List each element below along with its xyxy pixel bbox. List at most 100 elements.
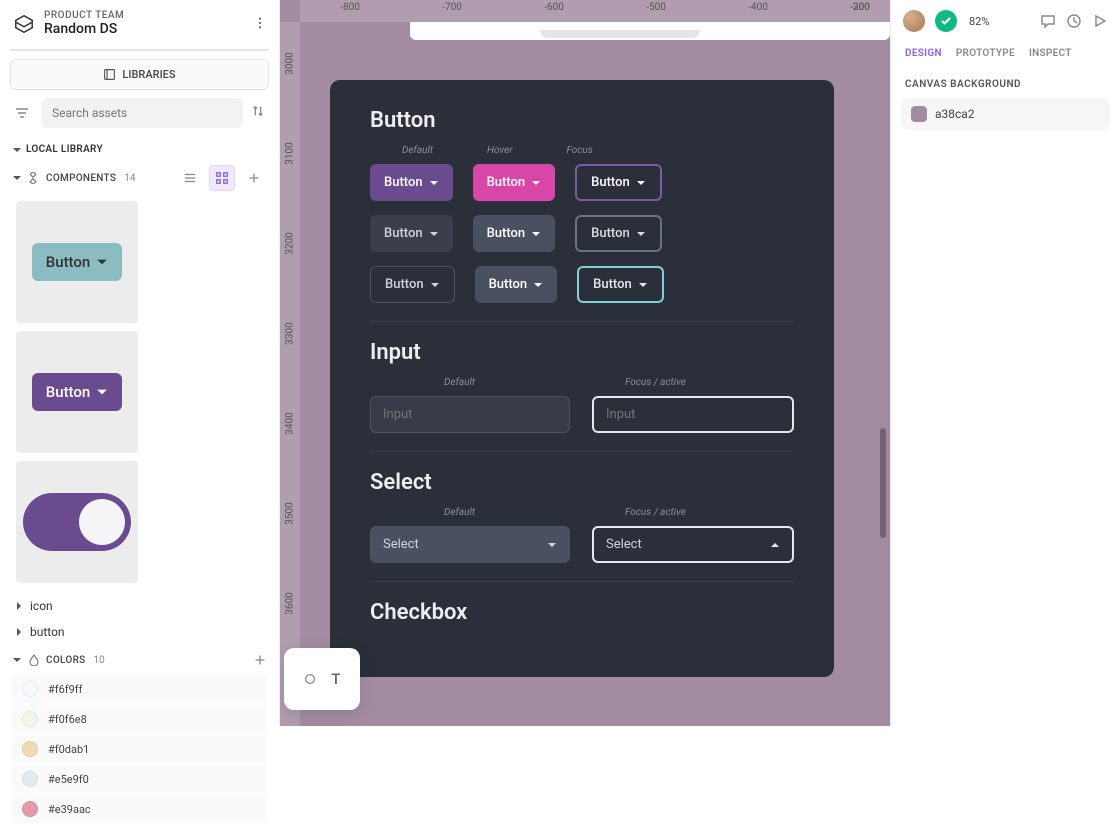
project-name[interactable]: Random DS	[44, 21, 124, 37]
add-component-icon[interactable]	[241, 165, 267, 191]
search-input[interactable]	[42, 98, 243, 128]
avatar[interactable]	[903, 10, 925, 32]
btn-label: Button	[593, 277, 632, 292]
color-swatch	[22, 741, 38, 757]
ds-button-primary-focus[interactable]: Button	[575, 164, 662, 201]
left-panel: PRODUCT TEAM Random DS LAYERS ASSETS LIB…	[0, 0, 280, 726]
chevron-down-icon	[531, 229, 541, 239]
divider	[370, 451, 794, 452]
select-label: Select	[383, 537, 419, 552]
color-hex: #f6f9ff	[48, 683, 82, 696]
folder-button[interactable]: button	[0, 619, 279, 645]
tab-prototype[interactable]: PROTOTYPE	[956, 48, 1015, 59]
tab-assets[interactable]: ASSETS	[140, 50, 269, 51]
text-tool-icon[interactable]: T	[331, 670, 340, 688]
thumb-button-teal: Button	[32, 243, 123, 281]
select-label: Select	[606, 537, 642, 552]
chevron-down-icon	[12, 655, 22, 665]
section-input: Input Default Focus / active	[370, 340, 794, 433]
comment-icon[interactable]	[1040, 13, 1056, 29]
component-thumb-button-purple[interactable]: Button	[16, 331, 138, 453]
right-panel: 82% DESIGN PROTOTYPE INSPECT CANVAS BACK…	[890, 0, 1120, 726]
color-swatch	[22, 711, 38, 727]
canvas-bg-row[interactable]: a38ca2	[901, 98, 1110, 130]
shape-tool-icon[interactable]	[303, 672, 317, 686]
design-system-panel[interactable]: Button Default Hover Focus Button Button…	[330, 80, 834, 677]
colors-count: 10	[94, 655, 105, 666]
ruler-horizontal-end: -200	[300, 0, 890, 22]
tab-design[interactable]: DESIGN	[905, 48, 942, 59]
color-item[interactable]: #e5e9f0	[12, 765, 267, 793]
list-filter-icon[interactable]	[10, 101, 34, 125]
chevron-up-icon	[770, 540, 780, 550]
variant-hover: Hover	[487, 145, 512, 156]
ruler-vertical: 3000 3100 3200 3300 3400 3500 3600 3700	[280, 22, 300, 726]
components-header[interactable]: COMPONENTS 14	[0, 161, 279, 201]
thumb-button-purple: Button	[32, 373, 123, 411]
chevron-down-icon	[531, 178, 541, 188]
ds-button-secondary-hover[interactable]: Button	[473, 215, 556, 252]
project-team: PRODUCT TEAM	[44, 10, 124, 21]
chevron-right-icon	[14, 601, 24, 611]
ds-button-secondary-default[interactable]: Button	[370, 215, 453, 252]
list-view-icon[interactable]	[177, 165, 203, 191]
sync-status-icon[interactable]	[935, 10, 957, 32]
right-panel-tabs: DESIGN PROTOTYPE INSPECT	[891, 42, 1120, 65]
ds-input-focus[interactable]	[592, 396, 794, 433]
colors-header[interactable]: COLORS 10	[0, 645, 279, 673]
play-icon[interactable]	[1092, 13, 1108, 29]
right-panel-top: 82%	[891, 0, 1120, 42]
frame-notch	[540, 30, 700, 38]
chevron-down-icon	[636, 229, 646, 239]
folder-icon[interactable]: icon	[0, 593, 279, 619]
grid-view-icon[interactable]	[209, 165, 235, 191]
variant-focus: Focus	[567, 145, 593, 156]
chevron-down-icon	[429, 178, 439, 188]
color-item[interactable]: #f6f9ff	[12, 675, 267, 703]
canvas[interactable]: -800 -700 -600 -500 -400 -300 -200 3000 …	[280, 0, 890, 726]
ds-button-tertiary-default[interactable]: Button	[370, 266, 455, 303]
color-item[interactable]: #f0dab1	[12, 735, 267, 763]
ds-button-primary-default[interactable]: Button	[370, 164, 453, 201]
section-input-title: Input	[370, 340, 794, 365]
section-checkbox: Checkbox	[370, 600, 794, 625]
btn-label: Button	[385, 277, 424, 292]
chevron-down-icon	[12, 145, 22, 155]
color-hex: #e39aac	[48, 803, 91, 816]
history-icon[interactable]	[1066, 13, 1082, 29]
canvas-bg-title: CANVAS BACKGROUND	[891, 65, 1120, 98]
folder-button-label: button	[30, 625, 65, 639]
btn-label: Button	[591, 175, 630, 190]
color-item[interactable]: #e39aac	[12, 795, 267, 823]
kebab-icon[interactable]	[253, 16, 269, 32]
ds-button-tertiary-focus[interactable]: Button	[577, 266, 664, 303]
chevron-down-icon	[430, 280, 440, 290]
tab-layers[interactable]: LAYERS	[11, 50, 140, 51]
variant-default: Default	[444, 507, 475, 518]
ds-input-default[interactable]	[370, 396, 570, 433]
color-hex: #e5e9f0	[48, 773, 89, 786]
zoom-level[interactable]: 82%	[969, 15, 989, 28]
sort-icon[interactable]	[251, 104, 269, 122]
local-library-header[interactable]: LOCAL LIBRARY	[0, 138, 279, 161]
ds-select-default[interactable]: Select	[370, 526, 570, 563]
color-item[interactable]: #f0f6e8	[12, 705, 267, 733]
canvas-scrollbar[interactable]	[880, 428, 886, 538]
book-icon	[103, 68, 116, 81]
component-thumb-button-teal[interactable]: Button	[16, 201, 138, 323]
btn-label: Button	[487, 175, 526, 190]
ds-select-focus[interactable]: Select	[592, 526, 794, 563]
add-color-icon[interactable]	[253, 653, 267, 667]
chevron-down-icon	[12, 173, 22, 183]
btn-label: Button	[384, 175, 423, 190]
colors-label: COLORS	[46, 655, 86, 666]
tab-inspect[interactable]: INSPECT	[1029, 48, 1072, 59]
chevron-down-icon	[429, 229, 439, 239]
ds-button-tertiary-hover[interactable]: Button	[475, 266, 558, 303]
component-thumb-toggle[interactable]	[16, 461, 138, 583]
button-variant-labels: Default Hover Focus	[370, 145, 794, 156]
libraries-button[interactable]: LIBRARIES	[10, 59, 269, 90]
ds-button-primary-hover[interactable]: Button	[473, 164, 556, 201]
ds-button-secondary-focus[interactable]: Button	[575, 215, 662, 252]
chevron-down-icon	[638, 280, 648, 290]
